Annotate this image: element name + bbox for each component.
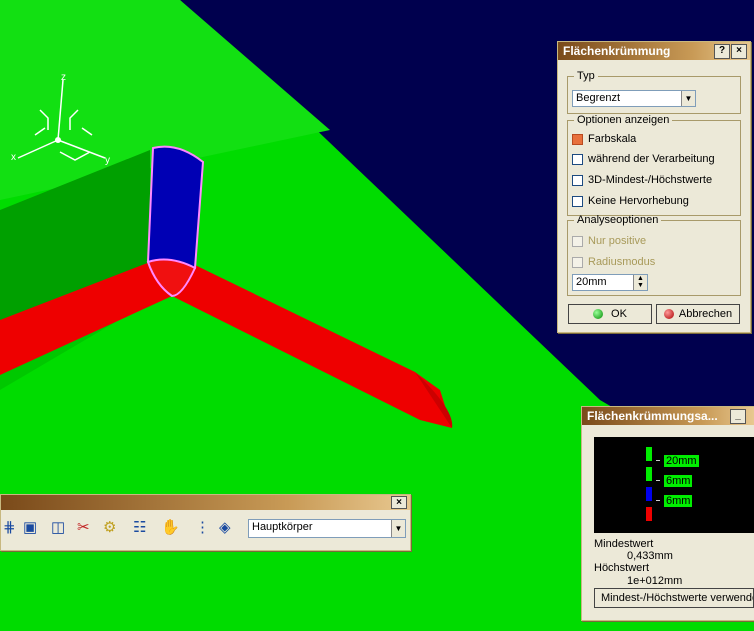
ok-label: OK bbox=[611, 308, 627, 320]
solid-icon[interactable]: ◫ bbox=[51, 518, 65, 536]
scale-label-1[interactable]: 20mm bbox=[664, 455, 699, 467]
min-value-label: Mindestwert bbox=[594, 538, 654, 550]
checkbox-icon[interactable] bbox=[572, 153, 583, 165]
3d-minmax-label: 3D-Mindest-/Höchstwerte bbox=[588, 174, 713, 186]
type-select-value: Begrenzt bbox=[576, 92, 621, 104]
highlight-icon[interactable]: ✋ bbox=[161, 518, 180, 536]
radius-mode-checkbox: Radiusmodus bbox=[572, 255, 655, 269]
type-select[interactable]: Begrenzt ▼ bbox=[572, 90, 696, 107]
color-scale-checkbox[interactable]: Farbskala bbox=[572, 132, 636, 146]
type-group-label: Typ bbox=[577, 70, 595, 82]
max-value: 1e+012mm bbox=[627, 575, 683, 587]
axis-z-label: z bbox=[61, 72, 66, 83]
ok-button[interactable]: OK bbox=[568, 304, 652, 324]
boolean-icon[interactable]: ✂ bbox=[77, 518, 90, 536]
help-button[interactable]: ? bbox=[714, 44, 730, 59]
checkbox-icon[interactable] bbox=[572, 195, 583, 207]
body-select[interactable]: Hauptkörper ▼ bbox=[248, 519, 406, 538]
checkbox-icon[interactable] bbox=[572, 174, 583, 186]
no-highlight-label: Keine Hervorhebung bbox=[588, 195, 689, 207]
max-value-label: Höchstwert bbox=[594, 562, 650, 574]
toolbar-close-button[interactable]: × bbox=[391, 496, 407, 509]
body-select-value: Hauptkörper bbox=[252, 521, 313, 533]
axis-x-label: x bbox=[11, 152, 16, 163]
curvature-scale-window: Flächenkrümmungsa... _ 20mm 6mm 6mm Mind… bbox=[581, 406, 754, 621]
scale-label-3[interactable]: 6mm bbox=[664, 495, 693, 507]
use-minmax-button[interactable]: Mindest-/Höchstwerte verwende bbox=[594, 588, 754, 608]
tools-toolbar: × ⋕ ▣ ◫ ✂ ⚙ ☷ ✋ ⋮ ◈ Hauptkörper ▼ bbox=[0, 494, 411, 551]
toolbar-titlebar bbox=[1, 495, 410, 510]
scale-bar-green-top bbox=[646, 447, 652, 461]
scale-window-title: Flächenkrümmungsa... bbox=[582, 407, 754, 425]
cancel-label: Abbrechen bbox=[678, 308, 733, 320]
scale-bar-blue bbox=[646, 487, 652, 501]
analysis-options-label: Analyseoptionen bbox=[577, 214, 659, 226]
scale-bar-green bbox=[646, 467, 652, 481]
use-minmax-label: Mindest-/Höchstwerte verwende bbox=[601, 592, 754, 604]
during-processing-label: während der Verarbeitung bbox=[588, 153, 715, 165]
radius-mode-label: Radiusmodus bbox=[588, 256, 656, 268]
radius-spinner[interactable]: 20mm ▲ ▼ bbox=[572, 274, 648, 291]
min-value: 0,433mm bbox=[627, 550, 673, 562]
3d-minmax-checkbox[interactable]: 3D-Mindest-/Höchstwerte bbox=[572, 173, 712, 187]
close-button[interactable]: × bbox=[731, 44, 747, 59]
blue-fillet bbox=[146, 145, 205, 275]
list-icon[interactable]: ⋮ bbox=[195, 518, 210, 536]
grid-icon[interactable]: ⋕ bbox=[3, 518, 16, 536]
display-options-label: Optionen anzeigen bbox=[577, 114, 670, 126]
surface-curvature-dialog: Flächenkrümmung ? × Typ Begrenzt ▼ Optio… bbox=[557, 41, 751, 333]
chevron-down-icon[interactable]: ▼ bbox=[391, 520, 405, 537]
scale-bar-red bbox=[646, 507, 652, 521]
color-scale-label: Farbskala bbox=[588, 133, 637, 145]
body-icon[interactable]: ▣ bbox=[23, 518, 37, 536]
during-processing-checkbox[interactable]: während der Verarbeitung bbox=[572, 152, 715, 166]
tree-icon[interactable]: ☷ bbox=[133, 518, 146, 536]
checkbox-icon bbox=[572, 256, 583, 268]
spinner-arrows-icon[interactable]: ▲ ▼ bbox=[633, 275, 647, 290]
cancel-red-icon bbox=[663, 309, 674, 319]
positive-only-label: Nur positive bbox=[588, 235, 647, 247]
radius-value: 20mm bbox=[576, 276, 607, 288]
color-scale-panel: 20mm 6mm 6mm bbox=[594, 437, 754, 533]
checkbox-icon bbox=[572, 235, 583, 247]
cancel-button[interactable]: Abbrechen bbox=[656, 304, 740, 324]
no-highlight-checkbox[interactable]: Keine Hervorhebung bbox=[572, 194, 689, 208]
positive-only-checkbox: Nur positive bbox=[572, 234, 646, 248]
checkbox-checked-icon[interactable] bbox=[572, 133, 583, 145]
scale-label-2[interactable]: 6mm bbox=[664, 475, 693, 487]
minimize-button[interactable]: _ bbox=[730, 409, 746, 424]
assemble-icon[interactable]: ⚙ bbox=[103, 518, 116, 536]
layer-icon[interactable]: ◈ bbox=[219, 518, 231, 536]
chevron-down-icon[interactable]: ▼ bbox=[681, 91, 695, 106]
ok-green-icon bbox=[593, 309, 604, 319]
axis-y-label: y bbox=[105, 155, 110, 166]
